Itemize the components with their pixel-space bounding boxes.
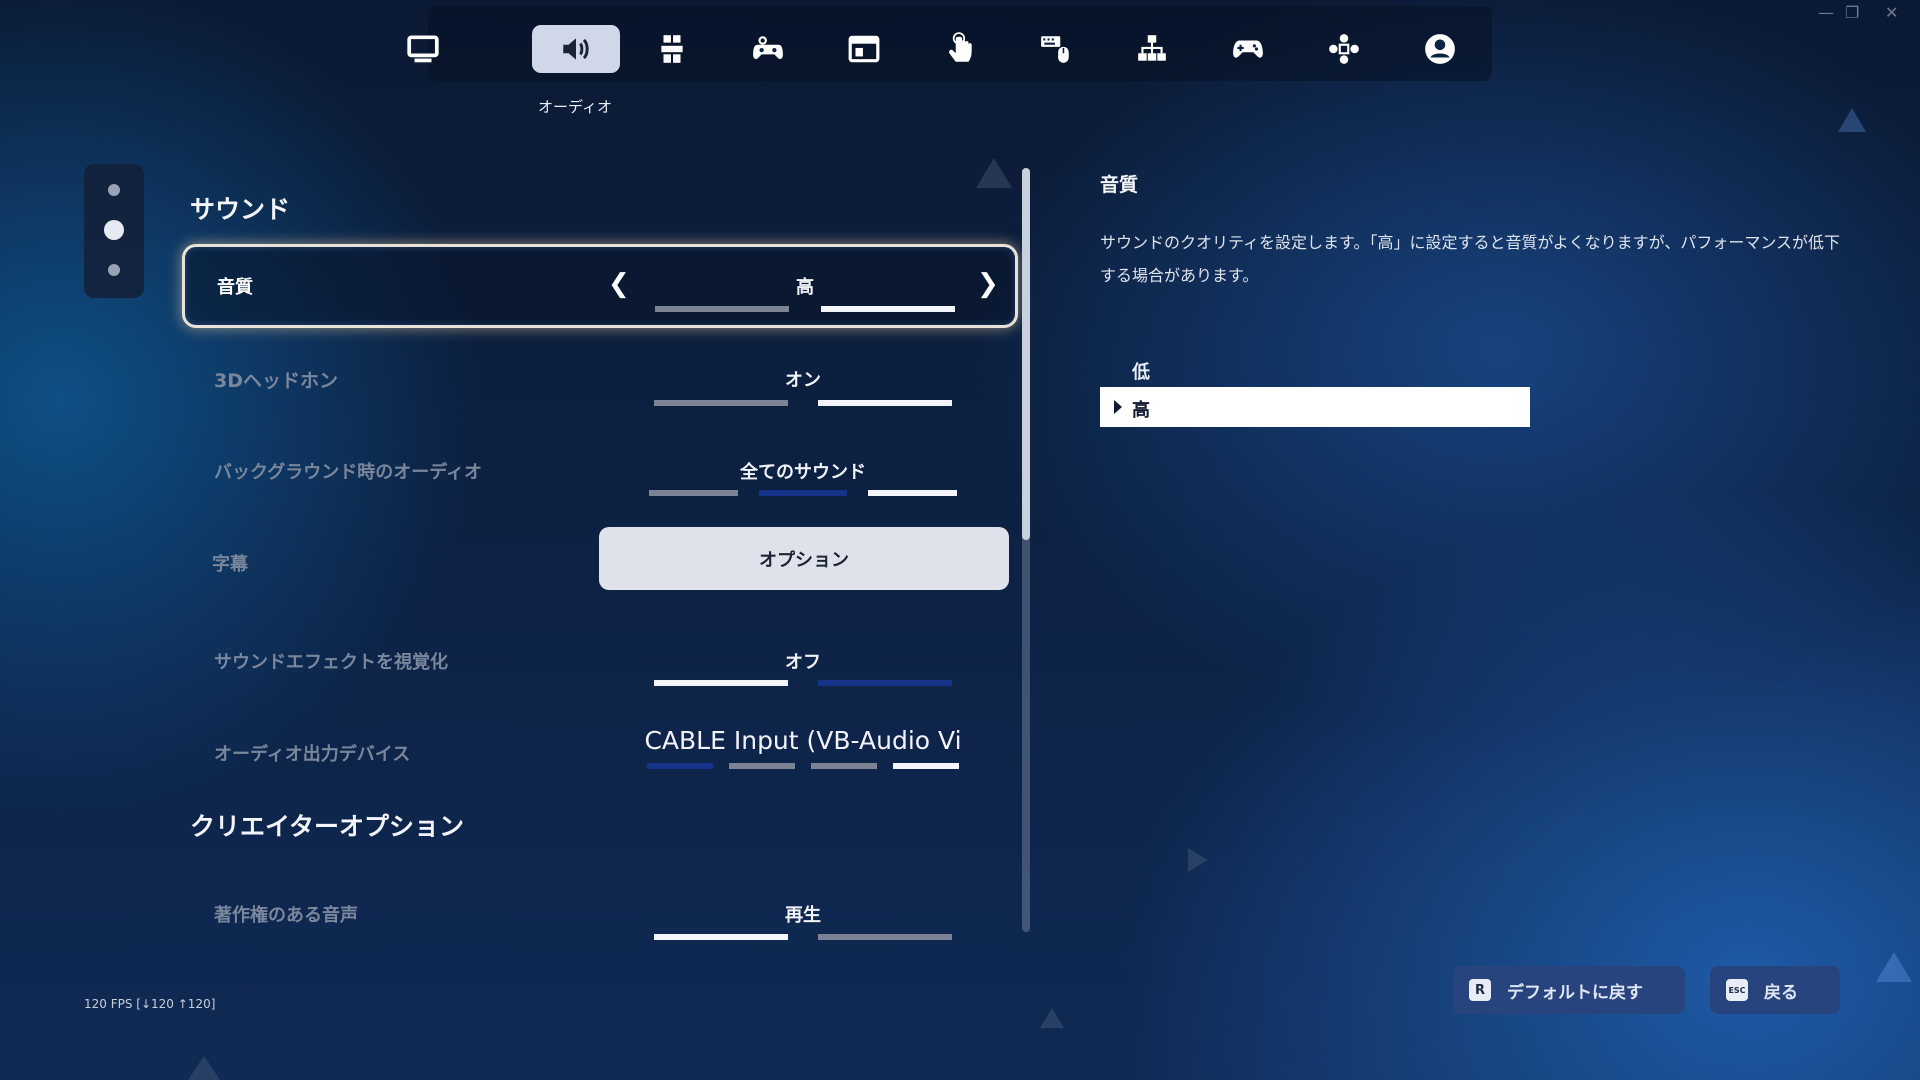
setting-label: サウンドエフェクトを視覚化 [214,652,448,673]
esc-key-icon: ESC [1726,979,1748,1001]
controller-options-icon [753,36,783,59]
setting-label: バックグラウンド時のオーディオ [214,462,483,483]
option-segment-active [893,763,959,769]
setting-row-quality[interactable]: 音質 ❮ 高 ❯ [182,244,1018,328]
caret-right-icon [1114,400,1122,414]
chevron-right-icon[interactable]: ❯ [977,269,999,299]
decor-triangle [1040,1008,1064,1028]
option-segment [655,306,789,312]
window-icon [848,35,880,63]
setting-row-output-device[interactable]: オーディオ出力デバイス CABLE Input (VB-Audio Vi [180,712,1015,792]
tab-account[interactable] [1396,25,1484,73]
setting-label: 著作権のある音声 [214,905,358,926]
scrollbar-thumb[interactable] [1022,168,1030,540]
accessibility-icon [661,35,683,63]
restore-button[interactable]: ❐ [1845,3,1859,22]
page-dot[interactable] [108,184,120,196]
touch-icon [949,32,972,62]
controller-bindings-icon [1329,34,1359,64]
option-segment [818,680,952,686]
display-icon [407,35,439,63]
audio-icon [563,38,589,60]
tab-controller-bindings[interactable] [1300,25,1388,73]
setting-value: オフ [785,652,821,673]
option-high[interactable]: 高 [1100,387,1530,427]
settings-scrollbar[interactable] [1022,168,1030,932]
setting-value: CABLE Input (VB-Audio Vi [644,726,962,755]
setting-value: 全てのサウンド [740,462,866,483]
option-segment [654,400,788,406]
setting-label: 3Dヘッドホン [214,370,338,392]
setting-row-copyrighted-audio[interactable]: 著作権のある音声 再生 [180,873,1015,953]
tab-audio[interactable] [532,25,620,73]
network-icon [1138,35,1166,61]
minimize-button[interactable]: — [1818,3,1834,22]
page-dot-active[interactable] [104,220,124,240]
tab-gamepad[interactable] [1204,25,1292,73]
setting-label: オーディオ出力デバイス [214,744,411,765]
option-segment-active [654,680,788,686]
setting-row-3d-headphones[interactable]: 3Dヘッドホン オン [180,338,1015,418]
back-label: 戻る [1764,982,1798,1003]
subtitles-options-button[interactable]: オプション [599,527,1009,590]
section-title-sound: サウンド [190,195,291,224]
option-segment [759,490,847,496]
option-segment [729,763,795,769]
section-title-creator-options: クリエイターオプション [190,812,465,841]
option-segment-active [868,490,957,496]
option-label: 高 [1132,400,1150,421]
chevron-left-icon[interactable]: ❮ [608,269,630,299]
setting-row-visualize-sfx[interactable]: サウンドエフェクトを視覚化 オフ [180,620,1015,700]
option-segment [818,934,952,940]
option-segment-active [654,934,788,940]
gamepad-icon [1233,40,1263,58]
tab-touch[interactable] [916,25,1004,73]
page-indicator [84,164,144,298]
option-segment [649,490,738,496]
back-button[interactable]: ESC 戻る [1710,966,1840,1014]
setting-row-background-audio[interactable]: バックグラウンド時のオーディオ 全てのサウンド [180,430,1015,510]
settings-tab-bar [407,6,1492,81]
tab-window[interactable] [820,25,908,73]
option-segment [647,763,713,769]
option-low[interactable]: 低 [1100,349,1530,389]
option-segment-active [818,400,952,406]
tab-accessibility[interactable] [628,25,716,73]
setting-label: 音質 [217,277,253,298]
reset-defaults-button[interactable]: R デフォルトに戻す [1453,966,1685,1014]
close-button[interactable]: ✕ [1885,3,1898,22]
r-key-icon: R [1469,979,1491,1001]
keyboard-mouse-icon [1041,36,1069,63]
page-dot[interactable] [108,264,120,276]
tab-keyboard-mouse[interactable] [1012,25,1100,73]
description-title: 音質 [1100,174,1139,196]
tab-network[interactable] [1108,25,1196,73]
setting-value: 再生 [785,905,821,926]
tab-display[interactable] [379,25,467,73]
active-tab-caption: オーディオ [538,98,612,116]
decor-triangle [1838,108,1866,132]
setting-label: 字幕 [212,554,248,575]
decor-triangle [1876,952,1912,982]
decor-triangle [1188,848,1208,872]
setting-value: オン [785,370,821,391]
decor-triangle [188,1056,220,1080]
setting-value: 高 [796,277,814,298]
reset-defaults-label: デフォルトに戻す [1507,982,1643,1003]
account-icon [1425,34,1455,64]
option-segment [811,763,877,769]
option-label: 低 [1132,362,1150,383]
decor-triangle [976,158,1012,188]
option-segment-active [821,306,955,312]
fps-counter: 120 FPS [↓120 ↑120] [84,997,216,1011]
description-text: サウンドのクオリティを設定します。「高」に設定すると音質がよくなりますが、パフォ… [1100,233,1841,285]
tab-controller-options[interactable] [724,25,812,73]
